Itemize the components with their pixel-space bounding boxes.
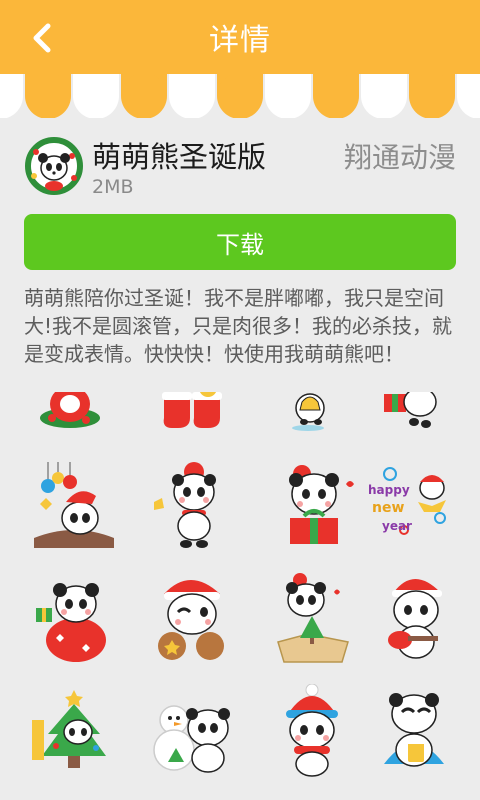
app-name: 萌萌熊圣诞版: [92, 140, 267, 174]
sticker-panda-snowman[interactable]: [144, 684, 240, 780]
sticker-panda-box[interactable]: [362, 392, 458, 436]
sticker-panda-stocking[interactable]: [142, 392, 238, 436]
awning-scallop: [313, 74, 359, 118]
top-bar: 详情: [0, 0, 480, 74]
app-info-section: 萌萌熊圣诞版 2MB 翔通动漫: [0, 128, 480, 208]
back-button[interactable]: [22, 18, 62, 58]
svg-text:new: new: [372, 500, 404, 516]
download-button[interactable]: 下载: [24, 214, 456, 270]
sticker-panda-guitar[interactable]: [370, 572, 466, 668]
svg-text:happy: happy: [368, 483, 410, 497]
awning-scallop: [121, 74, 167, 118]
svg-text:year: year: [382, 519, 412, 533]
sticker-panda-bell[interactable]: [262, 392, 358, 436]
page-title: 详情: [209, 23, 271, 58]
sticker-panda-happy-new-year[interactable]: happy new year: [364, 458, 460, 554]
sticker-grid: happy new year: [0, 392, 480, 800]
sticker-panda-beer[interactable]: [370, 684, 466, 780]
app-description: 萌萌熊陪你过圣诞！我不是胖嘟嘟，我只是空间大!我不是圆滚管，只是肉很多！我的必杀…: [24, 286, 453, 366]
awning-scallop: [169, 74, 215, 118]
app-size: 2MB: [92, 176, 134, 198]
panda-wreath-icon: [25, 137, 83, 195]
awning-scallop: [409, 74, 455, 118]
awning-scallop: [25, 74, 71, 118]
awning-scallop: [361, 74, 407, 118]
awning-decoration: [0, 74, 480, 118]
sticker-panda-ornaments[interactable]: [26, 458, 122, 554]
sticker-panda-bell-ringing[interactable]: [144, 458, 240, 554]
sticker-panda-sack[interactable]: [26, 572, 122, 668]
sticker-panda-tree-box[interactable]: [264, 572, 360, 668]
awning-scallop: [217, 74, 263, 118]
sticker-panda-christmas-tree[interactable]: [26, 684, 122, 780]
chevron-left-icon: [33, 23, 51, 53]
awning-scallop: [73, 74, 119, 118]
awning-scallop: [265, 74, 311, 118]
sticker-panda-winter-hat[interactable]: [264, 684, 360, 780]
sticker-panda-santa-cookie[interactable]: [144, 572, 240, 668]
developer-name[interactable]: 翔通动漫: [344, 136, 456, 176]
sticker-panda-wreath[interactable]: [22, 392, 118, 436]
sticker-panda-gift[interactable]: [266, 458, 362, 554]
